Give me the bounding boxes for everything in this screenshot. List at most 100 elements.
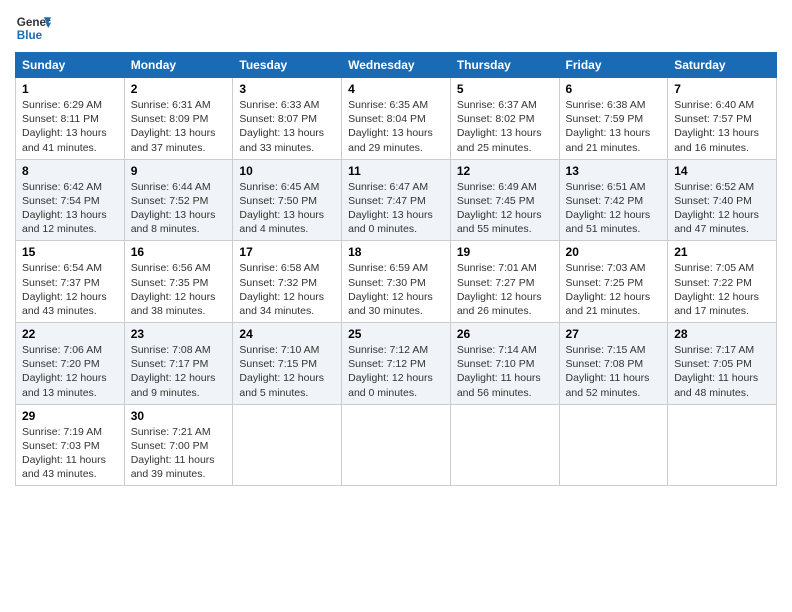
day-number: 5 xyxy=(457,82,553,96)
day-info: Sunrise: 7:15 AM Sunset: 7:08 PM Dayligh… xyxy=(566,343,662,400)
calendar-cell: 11 Sunrise: 6:47 AM Sunset: 7:47 PM Dayli… xyxy=(342,159,451,241)
day-number: 22 xyxy=(22,327,118,341)
calendar-cell: 1 Sunrise: 6:29 AM Sunset: 8:11 PM Daylig… xyxy=(16,78,125,160)
calendar-cell: 6 Sunrise: 6:38 AM Sunset: 7:59 PM Daylig… xyxy=(559,78,668,160)
calendar-cell xyxy=(342,404,451,486)
day-info: Sunrise: 7:19 AM Sunset: 7:03 PM Dayligh… xyxy=(22,425,118,482)
day-number: 25 xyxy=(348,327,444,341)
day-number: 26 xyxy=(457,327,553,341)
day-info: Sunrise: 7:12 AM Sunset: 7:12 PM Dayligh… xyxy=(348,343,444,400)
day-number: 13 xyxy=(566,164,662,178)
day-info: Sunrise: 6:38 AM Sunset: 7:59 PM Dayligh… xyxy=(566,98,662,155)
day-number: 2 xyxy=(131,82,227,96)
calendar-week-4: 22Sunrise: 7:06 AM Sunset: 7:20 PM Dayli… xyxy=(16,323,777,405)
day-number: 6 xyxy=(566,82,662,96)
day-number: 3 xyxy=(239,82,335,96)
day-number: 21 xyxy=(674,245,770,259)
day-info: Sunrise: 6:35 AM Sunset: 8:04 PM Dayligh… xyxy=(348,98,444,155)
calendar-cell: 2 Sunrise: 6:31 AM Sunset: 8:09 PM Daylig… xyxy=(124,78,233,160)
logo: General Blue xyxy=(15,10,51,46)
calendar-cell: 27 Sunrise: 7:15 AM Sunset: 7:08 PM Dayli… xyxy=(559,323,668,405)
day-number: 4 xyxy=(348,82,444,96)
header: General Blue xyxy=(15,10,777,46)
day-number: 7 xyxy=(674,82,770,96)
day-number: 30 xyxy=(131,409,227,423)
day-number: 27 xyxy=(566,327,662,341)
weekday-header-monday: Monday xyxy=(124,53,233,78)
day-info: Sunrise: 6:42 AM Sunset: 7:54 PM Dayligh… xyxy=(22,180,118,237)
day-number: 12 xyxy=(457,164,553,178)
calendar-cell: 15Sunrise: 6:54 AM Sunset: 7:37 PM Dayli… xyxy=(16,241,125,323)
day-info: Sunrise: 6:33 AM Sunset: 8:07 PM Dayligh… xyxy=(239,98,335,155)
day-info: Sunrise: 7:08 AM Sunset: 7:17 PM Dayligh… xyxy=(131,343,227,400)
weekday-header-thursday: Thursday xyxy=(450,53,559,78)
calendar-week-5: 29 Sunrise: 7:19 AM Sunset: 7:03 PM Dayli… xyxy=(16,404,777,486)
calendar-cell xyxy=(559,404,668,486)
day-info: Sunrise: 7:05 AM Sunset: 7:22 PM Dayligh… xyxy=(674,261,770,318)
calendar-cell: 25 Sunrise: 7:12 AM Sunset: 7:12 PM Dayli… xyxy=(342,323,451,405)
day-number: 19 xyxy=(457,245,553,259)
day-number: 23 xyxy=(131,327,227,341)
day-number: 18 xyxy=(348,245,444,259)
day-info: Sunrise: 7:10 AM Sunset: 7:15 PM Dayligh… xyxy=(239,343,335,400)
weekday-header-saturday: Saturday xyxy=(668,53,777,78)
day-info: Sunrise: 6:52 AM Sunset: 7:40 PM Dayligh… xyxy=(674,180,770,237)
weekday-header-row: SundayMondayTuesdayWednesdayThursdayFrid… xyxy=(16,53,777,78)
day-number: 9 xyxy=(131,164,227,178)
calendar-cell xyxy=(233,404,342,486)
calendar-week-3: 15Sunrise: 6:54 AM Sunset: 7:37 PM Dayli… xyxy=(16,241,777,323)
calendar-cell: 4 Sunrise: 6:35 AM Sunset: 8:04 PM Daylig… xyxy=(342,78,451,160)
calendar-cell: 14 Sunrise: 6:52 AM Sunset: 7:40 PM Dayli… xyxy=(668,159,777,241)
day-number: 15 xyxy=(22,245,118,259)
day-number: 28 xyxy=(674,327,770,341)
calendar-cell: 3 Sunrise: 6:33 AM Sunset: 8:07 PM Daylig… xyxy=(233,78,342,160)
day-number: 1 xyxy=(22,82,118,96)
calendar-cell: 10 Sunrise: 6:45 AM Sunset: 7:50 PM Dayli… xyxy=(233,159,342,241)
weekday-header-sunday: Sunday xyxy=(16,53,125,78)
day-number: 20 xyxy=(566,245,662,259)
weekday-header-friday: Friday xyxy=(559,53,668,78)
calendar-cell: 24 Sunrise: 7:10 AM Sunset: 7:15 PM Dayli… xyxy=(233,323,342,405)
day-info: Sunrise: 7:03 AM Sunset: 7:25 PM Dayligh… xyxy=(566,261,662,318)
day-info: Sunrise: 6:45 AM Sunset: 7:50 PM Dayligh… xyxy=(239,180,335,237)
calendar-cell: 26 Sunrise: 7:14 AM Sunset: 7:10 PM Dayli… xyxy=(450,323,559,405)
day-number: 24 xyxy=(239,327,335,341)
calendar-cell: 23 Sunrise: 7:08 AM Sunset: 7:17 PM Dayli… xyxy=(124,323,233,405)
weekday-header-tuesday: Tuesday xyxy=(233,53,342,78)
svg-text:Blue: Blue xyxy=(17,29,43,42)
day-number: 29 xyxy=(22,409,118,423)
day-number: 16 xyxy=(131,245,227,259)
calendar-table: SundayMondayTuesdayWednesdayThursdayFrid… xyxy=(15,52,777,486)
calendar-week-2: 8 Sunrise: 6:42 AM Sunset: 7:54 PM Daylig… xyxy=(16,159,777,241)
calendar-cell: 16 Sunrise: 6:56 AM Sunset: 7:35 PM Dayli… xyxy=(124,241,233,323)
calendar-cell: 20 Sunrise: 7:03 AM Sunset: 7:25 PM Dayli… xyxy=(559,241,668,323)
day-number: 10 xyxy=(239,164,335,178)
day-info: Sunrise: 6:51 AM Sunset: 7:42 PM Dayligh… xyxy=(566,180,662,237)
day-info: Sunrise: 6:58 AM Sunset: 7:32 PM Dayligh… xyxy=(239,261,335,318)
day-number: 8 xyxy=(22,164,118,178)
day-info: Sunrise: 7:17 AM Sunset: 7:05 PM Dayligh… xyxy=(674,343,770,400)
day-info: Sunrise: 6:44 AM Sunset: 7:52 PM Dayligh… xyxy=(131,180,227,237)
day-info: Sunrise: 6:59 AM Sunset: 7:30 PM Dayligh… xyxy=(348,261,444,318)
day-info: Sunrise: 6:31 AM Sunset: 8:09 PM Dayligh… xyxy=(131,98,227,155)
calendar-cell: 18 Sunrise: 6:59 AM Sunset: 7:30 PM Dayli… xyxy=(342,241,451,323)
day-number: 11 xyxy=(348,164,444,178)
calendar-cell: 9 Sunrise: 6:44 AM Sunset: 7:52 PM Daylig… xyxy=(124,159,233,241)
calendar-cell: 19 Sunrise: 7:01 AM Sunset: 7:27 PM Dayli… xyxy=(450,241,559,323)
day-info: Sunrise: 6:56 AM Sunset: 7:35 PM Dayligh… xyxy=(131,261,227,318)
calendar-cell: 12 Sunrise: 6:49 AM Sunset: 7:45 PM Dayli… xyxy=(450,159,559,241)
calendar-cell: 29 Sunrise: 7:19 AM Sunset: 7:03 PM Dayli… xyxy=(16,404,125,486)
day-info: Sunrise: 7:14 AM Sunset: 7:10 PM Dayligh… xyxy=(457,343,553,400)
weekday-header-wednesday: Wednesday xyxy=(342,53,451,78)
logo-icon: General Blue xyxy=(15,10,51,46)
day-info: Sunrise: 7:01 AM Sunset: 7:27 PM Dayligh… xyxy=(457,261,553,318)
calendar-cell: 5Sunrise: 6:37 AM Sunset: 8:02 PM Daylig… xyxy=(450,78,559,160)
day-number: 14 xyxy=(674,164,770,178)
day-info: Sunrise: 6:49 AM Sunset: 7:45 PM Dayligh… xyxy=(457,180,553,237)
day-info: Sunrise: 6:29 AM Sunset: 8:11 PM Dayligh… xyxy=(22,98,118,155)
calendar-cell xyxy=(450,404,559,486)
day-info: Sunrise: 6:47 AM Sunset: 7:47 PM Dayligh… xyxy=(348,180,444,237)
calendar-cell: 7 Sunrise: 6:40 AM Sunset: 7:57 PM Daylig… xyxy=(668,78,777,160)
calendar-cell: 17Sunrise: 6:58 AM Sunset: 7:32 PM Dayli… xyxy=(233,241,342,323)
day-info: Sunrise: 6:40 AM Sunset: 7:57 PM Dayligh… xyxy=(674,98,770,155)
